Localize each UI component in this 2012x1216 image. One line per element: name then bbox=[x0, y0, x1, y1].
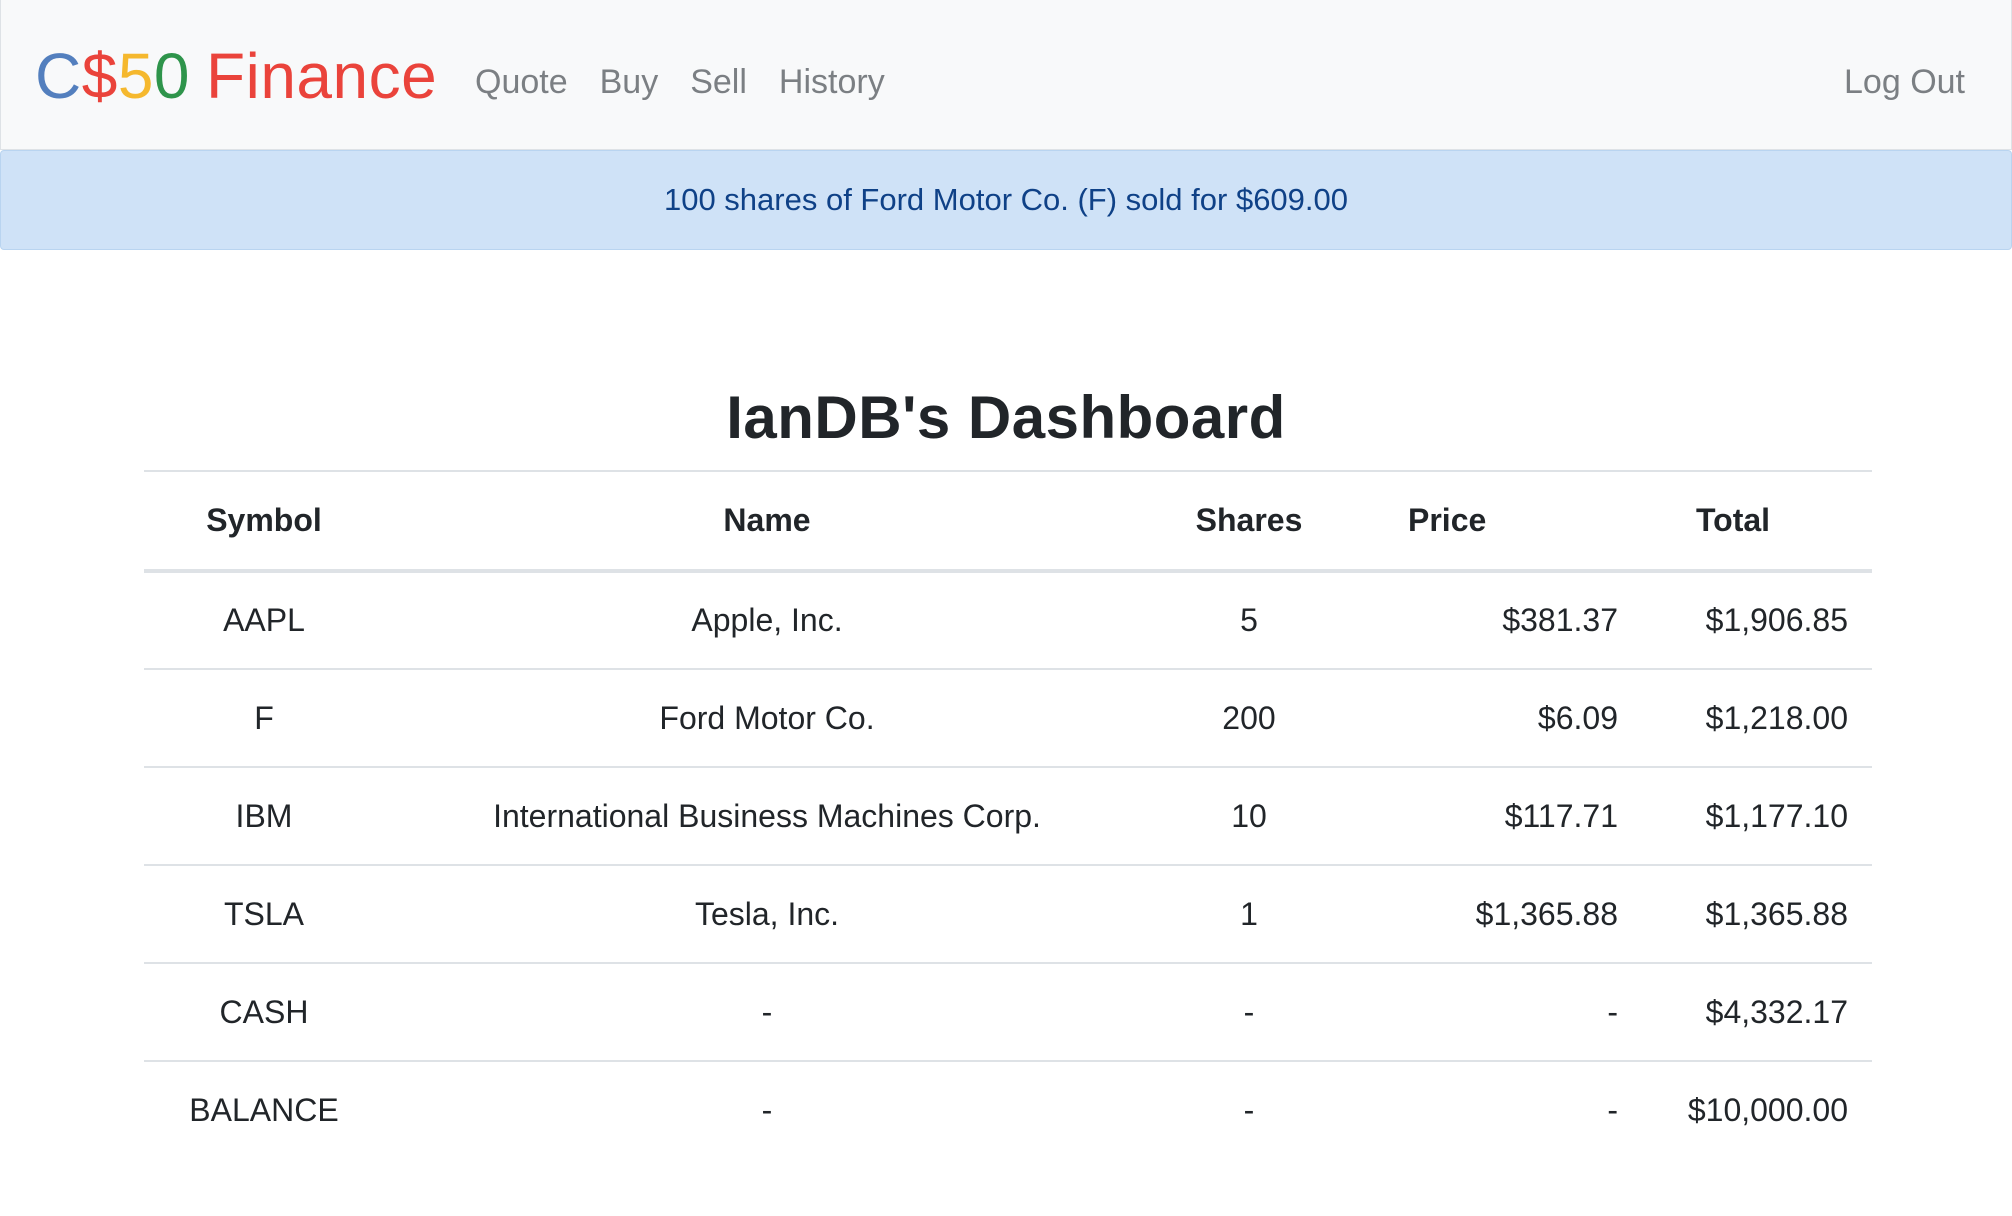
cell-name: - bbox=[384, 963, 1150, 1062]
nav-right: Log Out bbox=[1844, 60, 1965, 104]
table-row: AAPL Apple, Inc. 5 $381.37 $1,906.85 bbox=[144, 571, 1872, 670]
holdings-table: Symbol Name Shares Price Total AAPL Appl… bbox=[144, 470, 1872, 1159]
brand-dollar-sign: $ bbox=[81, 40, 118, 112]
header-symbol: Symbol bbox=[144, 470, 384, 573]
cell-symbol: AAPL bbox=[144, 571, 384, 670]
table-row: CASH - - - $4,332.17 bbox=[144, 963, 1872, 1062]
cell-name: Apple, Inc. bbox=[384, 571, 1150, 670]
table-body: AAPL Apple, Inc. 5 $381.37 $1,906.85 F F… bbox=[144, 571, 1872, 1159]
table-row: BALANCE - - - $10,000.00 bbox=[144, 1061, 1872, 1159]
header-shares: Shares bbox=[1150, 470, 1348, 573]
brand-logo-link[interactable]: C$50 Finance bbox=[35, 36, 437, 116]
cell-shares: - bbox=[1150, 963, 1348, 1062]
table-row: IBM International Business Machines Corp… bbox=[144, 767, 1872, 866]
nav-link-history[interactable]: History bbox=[779, 60, 885, 104]
cell-symbol: BALANCE bbox=[189, 1092, 339, 1128]
cell-total: $1,906.85 bbox=[1618, 571, 1872, 670]
cell-shares: 10 bbox=[1150, 767, 1348, 866]
nav-links: Quote Buy Sell History bbox=[475, 60, 917, 104]
flash-alert: 100 shares of Ford Motor Co. (F) sold fo… bbox=[0, 150, 2012, 250]
flash-alert-message: 100 shares of Ford Motor Co. (F) sold fo… bbox=[663, 182, 1349, 217]
brand-letter-c: C bbox=[35, 40, 82, 112]
nav-link-quote[interactable]: Quote bbox=[475, 60, 568, 104]
cell-shares: - bbox=[1243, 1092, 1255, 1128]
table-row: F Ford Motor Co. 200 $6.09 $1,218.00 bbox=[144, 669, 1872, 768]
brand-finance-word: Finance bbox=[206, 40, 438, 112]
cell-symbol: TSLA bbox=[144, 865, 384, 964]
cell-name: Ford Motor Co. bbox=[384, 669, 1150, 768]
brand-digit-zero: 0 bbox=[153, 40, 190, 112]
cell-symbol: F bbox=[144, 669, 384, 768]
header-total: Total bbox=[1618, 470, 1872, 573]
cell-price: $6.09 bbox=[1348, 669, 1618, 768]
header-name: Name bbox=[384, 470, 1150, 573]
cell-symbol: CASH bbox=[144, 963, 384, 1062]
cell-name: Tesla, Inc. bbox=[384, 865, 1150, 964]
cell-price: $117.71 bbox=[1348, 767, 1618, 866]
nav-link-buy[interactable]: Buy bbox=[600, 60, 659, 104]
nav-link-sell[interactable]: Sell bbox=[690, 60, 747, 104]
cell-name: International Business Machines Corp. bbox=[384, 767, 1150, 866]
cell-price: $1,365.88 bbox=[1348, 865, 1618, 964]
table-row: TSLA Tesla, Inc. 1 $1,365.88 $1,365.88 bbox=[144, 865, 1872, 964]
cell-shares: 5 bbox=[1150, 571, 1348, 670]
cell-price: - bbox=[1607, 1092, 1618, 1128]
cell-price: - bbox=[1348, 963, 1618, 1062]
table-header: Symbol Name Shares Price Total bbox=[144, 470, 1872, 573]
table-header-row: Symbol Name Shares Price Total bbox=[144, 470, 1872, 573]
cell-shares: 1 bbox=[1150, 865, 1348, 964]
cell-symbol: IBM bbox=[144, 767, 384, 866]
page-title: IanDB's Dashboard bbox=[726, 384, 1286, 451]
brand-digit-five: 5 bbox=[117, 40, 154, 112]
navbar: C$50 Finance Quote Buy Sell History Log O… bbox=[0, 0, 2012, 150]
header-price: Price bbox=[1348, 470, 1618, 573]
cell-total: $1,177.10 bbox=[1618, 767, 1872, 866]
cell-shares: 200 bbox=[1150, 669, 1348, 768]
cell-name: - bbox=[761, 1092, 773, 1128]
cell-total: $10,000.00 bbox=[1687, 1092, 1848, 1128]
cell-total: $1,218.00 bbox=[1618, 669, 1872, 768]
cell-price: $381.37 bbox=[1348, 571, 1618, 670]
logout-link[interactable]: Log Out bbox=[1844, 63, 1965, 101]
cell-total: $4,332.17 bbox=[1618, 963, 1872, 1062]
cell-total: $1,365.88 bbox=[1618, 865, 1872, 964]
